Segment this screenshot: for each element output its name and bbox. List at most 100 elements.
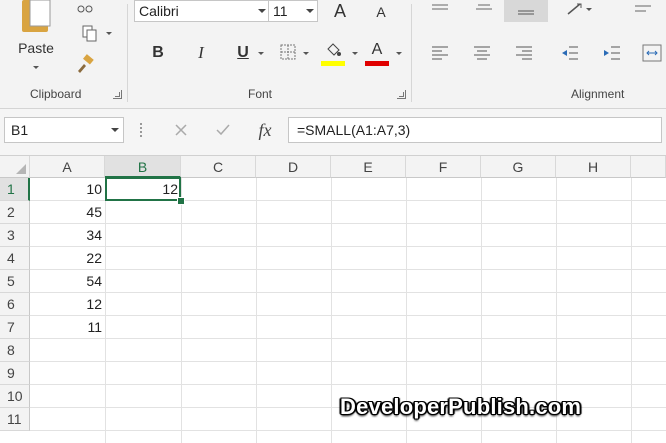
scissors-icon	[77, 5, 93, 13]
orientation-dropdown-icon	[586, 8, 592, 11]
formula-value: =SMALL(A1:A7,3)	[297, 122, 411, 138]
align-bottom-icon	[518, 10, 534, 15]
gridline	[256, 178, 257, 443]
row-header-4[interactable]: 4	[0, 247, 30, 270]
check-icon	[216, 124, 230, 136]
top-align-button[interactable]	[426, 0, 454, 14]
align-left-icon	[432, 46, 448, 60]
decrease-indent-icon	[562, 46, 578, 60]
row-header-11[interactable]: 11	[0, 408, 30, 431]
decrease-indent-button[interactable]	[558, 42, 582, 64]
name-box-value: B1	[11, 122, 29, 138]
align-left-button[interactable]	[428, 42, 452, 64]
row-header-1[interactable]: 1	[0, 178, 30, 201]
grow-font-icon: A	[333, 0, 346, 21]
cell-a1[interactable]: 10	[30, 178, 105, 200]
font-color-icon: A	[371, 41, 383, 58]
font-launcher-icon[interactable]	[397, 90, 406, 99]
format-painter-button[interactable]	[70, 0, 100, 18]
column-header-overflow[interactable]	[631, 156, 666, 178]
fill-handle[interactable]	[177, 197, 185, 205]
copy-button[interactable]	[70, 22, 112, 44]
underline-icon: U	[237, 44, 249, 61]
align-center-button[interactable]	[470, 42, 494, 64]
paste-button[interactable]: Paste	[8, 0, 64, 80]
column-header-d[interactable]: D	[256, 156, 331, 178]
cell-a3[interactable]: 34	[30, 224, 105, 246]
column-header-h[interactable]: H	[556, 156, 631, 178]
row-header-6[interactable]: 6	[0, 293, 30, 316]
active-cell-border	[105, 177, 181, 201]
clipboard-icon	[22, 0, 51, 32]
orientation-button[interactable]	[560, 0, 592, 18]
column-header-c[interactable]: C	[181, 156, 256, 178]
font-size-dropdown-icon[interactable]	[306, 9, 314, 13]
cell-a2[interactable]: 45	[30, 201, 105, 223]
alignment-group-label: Alignment	[571, 87, 625, 101]
formula-input[interactable]: =SMALL(A1:A7,3)	[288, 117, 662, 143]
select-all-corner[interactable]	[0, 156, 30, 178]
fill-color-button[interactable]	[320, 40, 346, 68]
underline-dropdown-icon[interactable]	[258, 52, 264, 55]
orientation-icon	[567, 3, 582, 15]
italic-button[interactable]: I	[188, 40, 214, 66]
wrap-text-button[interactable]	[628, 0, 658, 18]
row-header-5[interactable]: 5	[0, 270, 30, 293]
column-header-a[interactable]: A	[30, 156, 105, 178]
underline-button[interactable]: U	[230, 40, 256, 66]
font-name-combo[interactable]: Calibri	[134, 0, 269, 22]
paste-dropdown-icon	[33, 66, 39, 69]
italic-icon: I	[198, 43, 204, 62]
align-right-button[interactable]	[512, 42, 536, 64]
row-header-10[interactable]: 10	[0, 385, 30, 408]
brush-button[interactable]	[70, 52, 100, 76]
font-color-dropdown-icon[interactable]	[396, 52, 402, 55]
row-header-8[interactable]: 8	[0, 339, 30, 362]
increase-indent-button[interactable]	[600, 42, 624, 64]
cell-a5[interactable]: 54	[30, 270, 105, 292]
cell-a6[interactable]: 12	[30, 293, 105, 315]
paint-bucket-icon	[327, 42, 341, 56]
watermark: DeveloperPublish.com	[340, 394, 582, 419]
insert-function-button[interactable]: fx	[252, 117, 278, 143]
align-right-icon	[516, 46, 532, 60]
increase-indent-icon	[604, 46, 620, 60]
row-header-3[interactable]: 3	[0, 224, 30, 247]
wrap-text-icon	[635, 5, 651, 12]
name-box[interactable]: B1	[4, 117, 124, 143]
gridline	[30, 430, 666, 431]
formula-bar-grip-icon[interactable]	[140, 123, 144, 137]
cell-a7[interactable]: 11	[30, 316, 105, 338]
bold-button[interactable]: B	[145, 40, 171, 66]
column-header-f[interactable]: F	[406, 156, 481, 178]
clipboard-launcher-icon[interactable]	[113, 90, 122, 99]
clipboard-group-label: Clipboard	[30, 87, 82, 101]
font-name-dropdown-icon[interactable]	[258, 9, 266, 13]
shrink-font-button[interactable]: A	[368, 2, 394, 22]
fill-color-dropdown-icon[interactable]	[352, 52, 358, 55]
name-box-dropdown-icon[interactable]	[111, 128, 119, 132]
confirm-entry-button[interactable]	[212, 119, 234, 141]
borders-button[interactable]	[278, 42, 298, 62]
row-header-9[interactable]: 9	[0, 362, 30, 385]
row-header-2[interactable]: 2	[0, 201, 30, 224]
row-header-7[interactable]: 7	[0, 316, 30, 339]
column-header-g[interactable]: G	[481, 156, 556, 178]
select-all-icon	[16, 164, 26, 174]
gridline	[181, 178, 182, 443]
borders-dropdown-icon[interactable]	[303, 52, 309, 55]
ribbon: Paste Clipboard Calibri 11 A A B I U A F…	[0, 0, 666, 109]
bottom-align-button[interactable]	[504, 0, 548, 22]
font-size-combo[interactable]: 11	[268, 0, 318, 22]
cell-a4[interactable]: 22	[30, 247, 105, 269]
merge-center-button[interactable]	[640, 40, 664, 66]
gridline	[30, 269, 666, 270]
middle-align-button[interactable]	[470, 0, 498, 14]
gridline	[30, 292, 666, 293]
grow-font-button[interactable]: A	[326, 0, 354, 22]
cancel-entry-button[interactable]	[170, 119, 192, 141]
font-color-button[interactable]: A	[364, 40, 390, 68]
column-header-e[interactable]: E	[331, 156, 406, 178]
column-header-b[interactable]: B	[105, 156, 181, 178]
gridline	[30, 315, 666, 316]
